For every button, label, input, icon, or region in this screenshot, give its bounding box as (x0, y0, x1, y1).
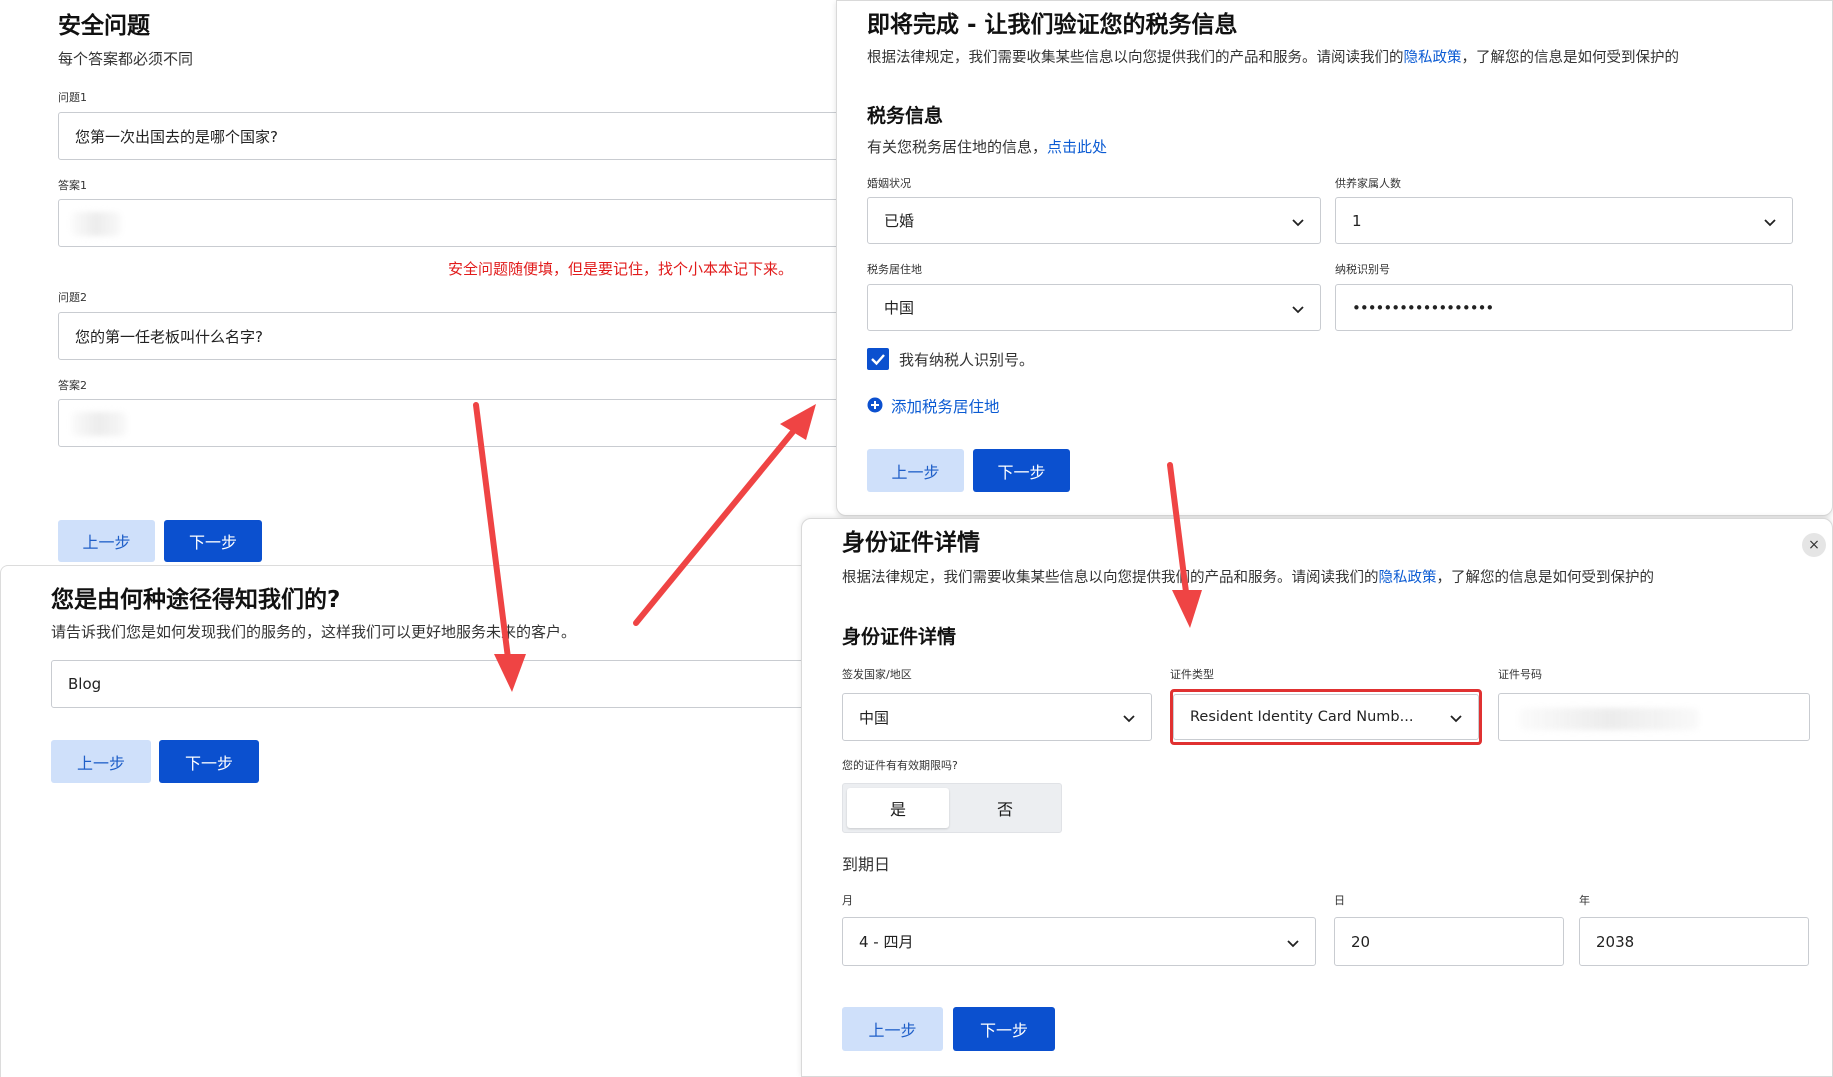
chevron-down-icon (1287, 939, 1299, 947)
redacted-answer2 (71, 412, 127, 436)
annotation-note: 安全问题随便填，但是要记住，找个小本本记下来。 (448, 260, 794, 278)
dependents-select[interactable]: 1 (1335, 197, 1793, 244)
tax-privacy-link[interactable]: 隐私政策 (1404, 50, 1462, 66)
identity-privacy-link[interactable]: 隐私政策 (1379, 570, 1437, 586)
month-select[interactable]: 4 - 四月 (842, 917, 1316, 966)
year-input[interactable]: 2038 (1579, 917, 1809, 966)
tax-intro-suffix: ，了解您的信息是如何受到保护的 (1461, 50, 1680, 66)
security-subtitle: 每个答案都必须不同 (58, 50, 194, 68)
residence-value: 中国 (884, 299, 915, 317)
doc-number-input[interactable] (1498, 693, 1810, 741)
expiry-toggle: 是 否 (842, 783, 1062, 833)
question2-select[interactable]: 您的第一任老板叫什么名字? (58, 312, 858, 360)
chevron-down-icon (1123, 715, 1135, 723)
tax-next-button[interactable]: 下一步 (973, 449, 1070, 492)
answer2-label: 答案2 (58, 379, 87, 392)
identity-next-button[interactable]: 下一步 (953, 1007, 1055, 1051)
residence-label: 税务居住地 (867, 263, 922, 276)
month-value: 4 - 四月 (859, 933, 914, 951)
redacted-doc-number (1519, 708, 1699, 730)
identity-intro: 根据法律规定，我们需要收集某些信息以向您提供我们的产品和服务。请阅读我们的隐私政… (842, 566, 1654, 587)
doc-type-label: 证件类型 (1170, 668, 1214, 681)
chevron-down-icon (1292, 218, 1304, 226)
tax-residence-text: 有关您税务居住地的信息， (867, 138, 1048, 156)
identity-intro-suffix: ，了解您的信息是如何受到保护的 (1436, 570, 1655, 586)
close-button[interactable]: × (1802, 533, 1826, 557)
referral-source-panel: 您是由何种途径得知我们的? 请告诉我们您是如何发现我们的服务的，这样我们可以更好… (0, 565, 851, 1077)
source-title: 您是由何种途径得知我们的? (51, 587, 341, 613)
dependents-value: 1 (1352, 211, 1362, 230)
answer1-label: 答案1 (58, 179, 87, 192)
answer1-input[interactable] (58, 199, 858, 247)
tax-section-title: 税务信息 (867, 105, 944, 127)
security-next-button[interactable]: 下一步 (164, 520, 262, 562)
expiry-date-title: 到期日 (842, 855, 891, 874)
residence-select[interactable]: 中国 (867, 284, 1321, 331)
source-subtitle: 请告诉我们您是如何发现我们的服务的，这样我们可以更好地服务未来的客户。 (51, 623, 577, 641)
tax-info-panel: 即将完成 - 让我们验证您的税务信息 根据法律规定，我们需要收集某些信息以向您提… (836, 0, 1833, 516)
month-label: 月 (842, 894, 853, 907)
marital-value: 已婚 (884, 212, 915, 230)
source-value: Blog (68, 675, 102, 693)
identity-title: 身份证件详情 (842, 530, 980, 556)
security-title: 安全问题 (58, 13, 150, 39)
source-next-button[interactable]: 下一步 (159, 740, 259, 783)
question2-label: 问题2 (58, 291, 87, 304)
question1-label: 问题1 (58, 91, 87, 104)
year-label: 年 (1579, 894, 1590, 907)
chevron-down-icon (1764, 218, 1776, 226)
expiry-yes-option[interactable]: 是 (847, 788, 949, 828)
country-value: 中国 (859, 708, 890, 727)
tax-intro-text: 根据法律规定，我们需要收集某些信息以向您提供我们的产品和服务。请阅读我们的 (867, 50, 1404, 66)
marital-label: 婚姻状况 (867, 177, 911, 190)
dependents-label: 供养家属人数 (1335, 177, 1401, 190)
tax-intro: 根据法律规定，我们需要收集某些信息以向您提供我们的产品和服务。请阅读我们的隐私政… (867, 46, 1679, 67)
security-prev-button[interactable]: 上一步 (58, 520, 155, 562)
day-label: 日 (1334, 894, 1345, 907)
expiry-question: 您的证件有有效期限吗? (842, 759, 958, 772)
chevron-down-icon (1292, 305, 1304, 313)
plus-circle-icon[interactable] (867, 397, 883, 413)
checkmark-icon (871, 354, 885, 366)
source-input[interactable]: Blog (51, 660, 851, 708)
tax-prev-button[interactable]: 上一步 (867, 449, 964, 492)
identity-intro-text: 根据法律规定，我们需要收集某些信息以向您提供我们的产品和服务。请阅读我们的 (842, 570, 1379, 586)
security-questions-panel: 安全问题 每个答案都必须不同 问题1 您第一次出国去的是哪个国家? 答案1 安全… (0, 0, 858, 565)
add-residence-link[interactable]: 添加税务居住地 (891, 395, 1000, 417)
identity-details-panel: × 身份证件详情 根据法律规定，我们需要收集某些信息以向您提供我们的产品和服务。… (801, 518, 1833, 1077)
tax-residence-note: 有关您税务居住地的信息，点击此处 (867, 136, 1107, 157)
expiry-no-option[interactable]: 否 (953, 788, 1057, 828)
day-input[interactable]: 20 (1334, 917, 1564, 966)
question2-value: 您的第一任老板叫什么名字? (75, 327, 263, 346)
identity-section-title: 身份证件详情 (842, 626, 957, 648)
tin-value: •••••••••••••••••• (1352, 298, 1494, 317)
answer2-input[interactable] (58, 399, 858, 447)
tin-input[interactable]: •••••••••••••••••• (1335, 284, 1793, 331)
click-here-link[interactable]: 点击此处 (1047, 138, 1107, 156)
identity-prev-button[interactable]: 上一步 (842, 1007, 943, 1051)
country-label: 签发国家/地区 (842, 668, 912, 681)
tax-title: 即将完成 - 让我们验证您的税务信息 (867, 12, 1238, 38)
question1-value: 您第一次出国去的是哪个国家? (75, 127, 278, 146)
source-prev-button[interactable]: 上一步 (51, 740, 151, 783)
marital-select[interactable]: 已婚 (867, 197, 1321, 244)
has-tin-checkbox[interactable] (867, 348, 889, 370)
question1-select[interactable]: 您第一次出国去的是哪个国家? (58, 112, 858, 160)
redacted-answer1 (71, 212, 121, 236)
doc-number-label: 证件号码 (1498, 668, 1542, 681)
has-tin-label: 我有纳税人识别号。 (899, 351, 1035, 369)
year-value: 2038 (1596, 932, 1635, 951)
country-select[interactable]: 中国 (842, 693, 1152, 741)
tin-label: 纳税识别号 (1335, 263, 1390, 276)
day-value: 20 (1351, 932, 1371, 951)
annotation-highlight-box (1170, 689, 1482, 745)
